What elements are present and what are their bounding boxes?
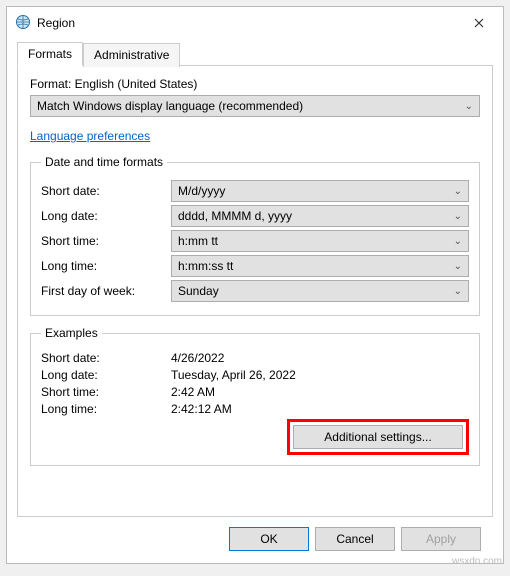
cancel-button[interactable]: Cancel — [315, 527, 395, 551]
tab-formats[interactable]: Formats — [17, 42, 83, 66]
highlight-annotation: Additional settings... — [287, 419, 469, 455]
chevron-down-icon: ⌄ — [454, 186, 462, 197]
short-date-label: Short date: — [41, 184, 171, 198]
ok-button[interactable]: OK — [229, 527, 309, 551]
watermark-text: wsxdn.com — [452, 556, 502, 567]
chevron-down-icon: ⌄ — [454, 211, 462, 222]
short-time-combo[interactable]: h:mm tt ⌄ — [171, 230, 469, 252]
ex-long-date-value: Tuesday, April 26, 2022 — [171, 368, 469, 382]
ex-long-time-row: Long time: 2:42:12 AM — [41, 402, 469, 416]
region-dialog: Region Formats Administrative Format: En… — [6, 6, 504, 564]
first-day-row: First day of week: Sunday ⌄ — [41, 280, 469, 302]
chevron-down-icon: ⌄ — [454, 286, 462, 297]
globe-icon — [15, 14, 31, 33]
long-time-combo[interactable]: h:mm:ss tt ⌄ — [171, 255, 469, 277]
format-combo[interactable]: Match Windows display language (recommen… — [30, 95, 480, 117]
language-preferences-link[interactable]: Language preferences — [30, 129, 150, 143]
chevron-down-icon: ⌄ — [454, 236, 462, 247]
ex-long-date-row: Long date: Tuesday, April 26, 2022 — [41, 368, 469, 382]
long-time-value: h:mm:ss tt — [178, 259, 233, 273]
additional-settings-wrap: Additional settings... — [41, 419, 469, 455]
format-combo-value: Match Windows display language (recommen… — [37, 99, 303, 113]
titlebar: Region — [7, 7, 503, 37]
window-title: Region — [37, 16, 463, 30]
datetime-formats-legend: Date and time formats — [41, 155, 167, 169]
ex-long-time-label: Long time: — [41, 402, 171, 416]
ex-short-date-row: Short date: 4/26/2022 — [41, 351, 469, 365]
first-day-label: First day of week: — [41, 284, 171, 298]
first-day-combo[interactable]: Sunday ⌄ — [171, 280, 469, 302]
ex-long-date-label: Long date: — [41, 368, 171, 382]
ex-short-date-value: 4/26/2022 — [171, 351, 469, 365]
apply-button[interactable]: Apply — [401, 527, 481, 551]
long-time-row: Long time: h:mm:ss tt ⌄ — [41, 255, 469, 277]
ex-long-time-value: 2:42:12 AM — [171, 402, 469, 416]
tab-body-formats: Format: English (United States) Match Wi… — [17, 65, 493, 517]
tab-administrative[interactable]: Administrative — [83, 43, 180, 67]
long-time-label: Long time: — [41, 259, 171, 273]
long-date-value: dddd, MMMM d, yyyy — [178, 209, 292, 223]
short-date-row: Short date: M/d/yyyy ⌄ — [41, 180, 469, 202]
short-date-value: M/d/yyyy — [178, 184, 225, 198]
close-button[interactable] — [463, 15, 495, 31]
ex-short-date-label: Short date: — [41, 351, 171, 365]
first-day-value: Sunday — [178, 284, 219, 298]
examples-legend: Examples — [41, 326, 102, 340]
long-date-combo[interactable]: dddd, MMMM d, yyyy ⌄ — [171, 205, 469, 227]
datetime-formats-group: Date and time formats Short date: M/d/yy… — [30, 155, 480, 316]
short-time-label: Short time: — [41, 234, 171, 248]
chevron-down-icon: ⌄ — [454, 261, 462, 272]
long-date-row: Long date: dddd, MMMM d, yyyy ⌄ — [41, 205, 469, 227]
dialog-buttons: OK Cancel Apply — [17, 517, 493, 563]
ex-short-time-row: Short time: 2:42 AM — [41, 385, 469, 399]
tab-strip: Formats Administrative — [17, 41, 493, 66]
format-label: Format: English (United States) — [30, 77, 480, 91]
long-date-label: Long date: — [41, 209, 171, 223]
additional-settings-button[interactable]: Additional settings... — [293, 425, 463, 449]
content-area: Formats Administrative Format: English (… — [7, 37, 503, 563]
examples-group: Examples Short date: 4/26/2022 Long date… — [30, 326, 480, 466]
short-time-value: h:mm tt — [178, 234, 218, 248]
ex-short-time-value: 2:42 AM — [171, 385, 469, 399]
short-time-row: Short time: h:mm tt ⌄ — [41, 230, 469, 252]
short-date-combo[interactable]: M/d/yyyy ⌄ — [171, 180, 469, 202]
chevron-down-icon: ⌄ — [465, 101, 473, 112]
ex-short-time-label: Short time: — [41, 385, 171, 399]
